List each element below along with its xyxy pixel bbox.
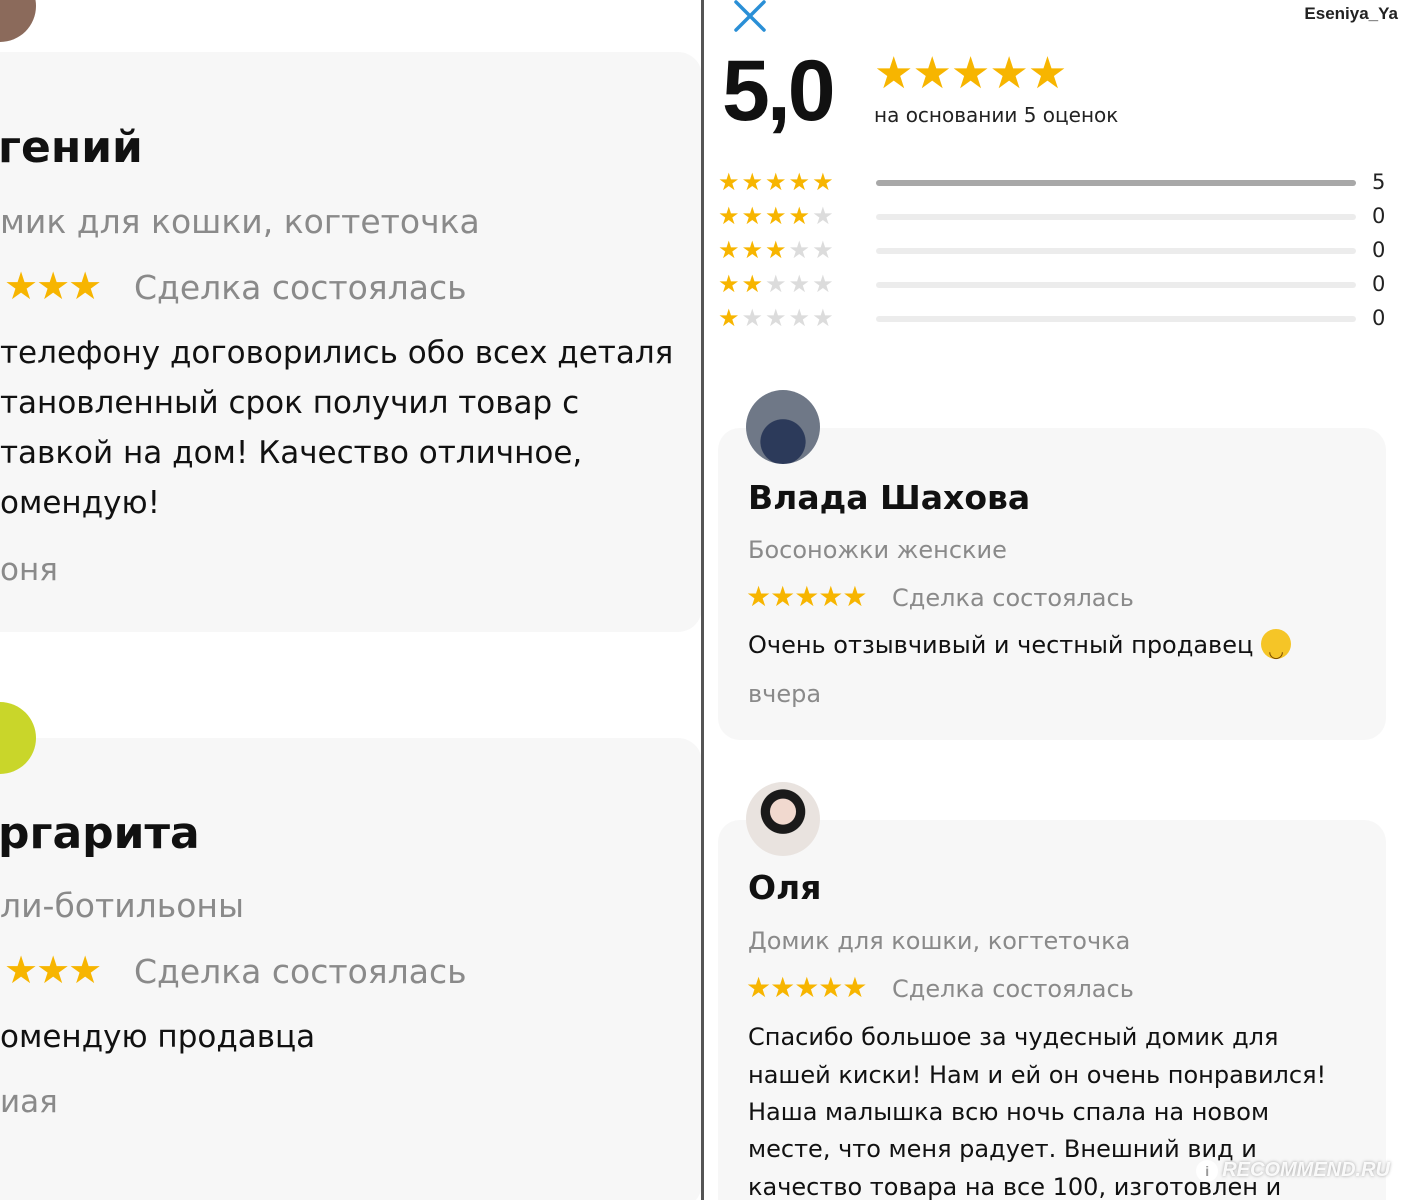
star-icon: ★ <box>765 304 789 332</box>
left-screenshot-panel: гений мик для кошки, когтеточка ★★★ Сдел… <box>0 0 702 1200</box>
distribution-bar-track <box>876 316 1356 322</box>
distribution-count: 5 <box>1372 170 1386 194</box>
review-text-line: месте, что меня радует. Внешний вид и <box>748 1135 1257 1163</box>
rating-stars: ★★★ <box>4 264 102 308</box>
review-product[interactable]: Домик для кошки, когтеточка <box>748 927 1130 955</box>
star-icon: ★ <box>718 168 742 196</box>
distribution-stars: ★★★★★ <box>718 304 836 332</box>
star-icon: ★ <box>765 236 789 264</box>
review-product[interactable]: мик для кошки, когтеточка <box>0 202 480 241</box>
star-icon: ★ <box>788 270 813 298</box>
review-text-line: Наша малышка всю ночь спала на новом <box>748 1098 1270 1126</box>
rating-stars: ★★★★★ <box>746 971 868 1004</box>
rating-distribution-row: ★★★★★ 0 <box>718 270 1398 300</box>
review-date: вчера <box>748 680 822 708</box>
reviewer-name[interactable]: Влада Шахова <box>748 478 1030 517</box>
distribution-bar-track <box>876 180 1356 186</box>
star-icon: ★ <box>788 168 813 196</box>
review-date: оня <box>0 552 58 588</box>
deal-status: Сделка состоялась <box>892 975 1134 1003</box>
smiling-face-emoji-icon <box>1261 629 1292 671</box>
star-icon: ★ <box>741 304 766 332</box>
star-icon: ★ <box>718 236 742 264</box>
star-icon: ★ <box>765 202 789 230</box>
star-icon: ★ <box>788 304 813 332</box>
star-icon: ★ <box>741 202 766 230</box>
star-icon: ★ <box>812 304 836 332</box>
reviewer-name[interactable]: Оля <box>748 868 821 907</box>
review-text-line: нашей киски! Нам и ей он очень понравилс… <box>748 1061 1327 1089</box>
star-icon: ★ <box>812 270 836 298</box>
review-text-line: омендую продавца <box>0 1019 316 1055</box>
avatar[interactable] <box>746 390 820 464</box>
distribution-count: 0 <box>1372 238 1386 262</box>
star-icon: ★ <box>718 202 742 230</box>
rating-stars: ★★★★★ <box>746 580 868 613</box>
deal-status: Сделка состоялась <box>892 584 1134 612</box>
distribution-stars: ★★★★★ <box>718 236 836 264</box>
average-rating-stars: ★★★★★ <box>874 48 1067 99</box>
review-text: Очень отзывчивый и честный продавец <box>748 626 1292 671</box>
avatar[interactable] <box>0 0 36 42</box>
distribution-bar-track <box>876 214 1356 220</box>
distribution-count: 0 <box>1372 204 1386 228</box>
review-text-line: Спасибо большое за чудесный домик для <box>748 1023 1279 1051</box>
distribution-count: 0 <box>1372 272 1386 296</box>
distribution-count: 0 <box>1372 306 1386 330</box>
distribution-stars: ★★★★★ <box>718 168 836 196</box>
recommend-logo-icon: i <box>1196 1160 1219 1182</box>
review-text-line: тавкой на дом! Качество отличное, <box>0 435 583 471</box>
distribution-bar-track <box>876 282 1356 288</box>
review-text-line: телефону договорились обо всех деталя <box>0 335 674 371</box>
ratings-count-caption: на основании 5 оценок <box>874 103 1119 127</box>
distribution-stars: ★★★★★ <box>718 270 836 298</box>
rating-distribution-row: ★★★★★ 0 <box>718 304 1398 334</box>
rating-distribution-row: ★★★★★ 0 <box>718 202 1398 232</box>
rating-distribution-row: ★★★★★ 5 <box>718 168 1398 198</box>
star-icon: ★ <box>788 236 813 264</box>
average-rating: 5,0 <box>722 43 836 139</box>
star-icon: ★ <box>741 236 766 264</box>
star-icon: ★ <box>765 168 789 196</box>
review-text-content: Очень отзывчивый и честный продавец <box>748 631 1254 659</box>
deal-status: Сделка состоялась <box>134 268 467 307</box>
star-icon: ★ <box>812 168 836 196</box>
reviewer-name[interactable]: ргарита <box>0 808 200 859</box>
star-icon: ★ <box>788 202 813 230</box>
distribution-bar-fill <box>876 180 1356 186</box>
star-icon: ★ <box>812 236 836 264</box>
close-icon[interactable] <box>732 0 768 34</box>
star-icon: ★ <box>718 270 742 298</box>
watermark-text: RECOMMEND.RU <box>1222 1159 1390 1181</box>
review-product[interactable]: ли-ботильоны <box>0 886 244 925</box>
star-icon: ★ <box>741 168 766 196</box>
star-icon: ★ <box>741 270 766 298</box>
star-icon: ★ <box>718 304 742 332</box>
review-product[interactable]: Босоножки женские <box>748 536 1007 564</box>
avatar[interactable] <box>746 782 820 856</box>
review-text-line: омендую! <box>0 485 160 521</box>
distribution-bar-track <box>876 248 1356 254</box>
rating-stars: ★★★ <box>4 948 102 992</box>
rating-distribution-row: ★★★★★ 0 <box>718 236 1398 266</box>
watermark: i RECOMMEND.RU <box>1196 1159 1390 1182</box>
author-username: Eseniya_Ya <box>1304 4 1398 23</box>
review-text-line: тановленный срок получил товар с <box>0 385 580 421</box>
reviewer-name[interactable]: гений <box>0 122 143 173</box>
review-date: иая <box>0 1084 58 1120</box>
deal-status: Сделка состоялась <box>134 952 467 991</box>
star-icon: ★ <box>812 202 836 230</box>
distribution-stars: ★★★★★ <box>718 202 836 230</box>
star-icon: ★ <box>765 270 789 298</box>
right-screenshot-panel: Eseniya_Ya 5,0 ★★★★★ на основании 5 оцен… <box>704 0 1404 1200</box>
